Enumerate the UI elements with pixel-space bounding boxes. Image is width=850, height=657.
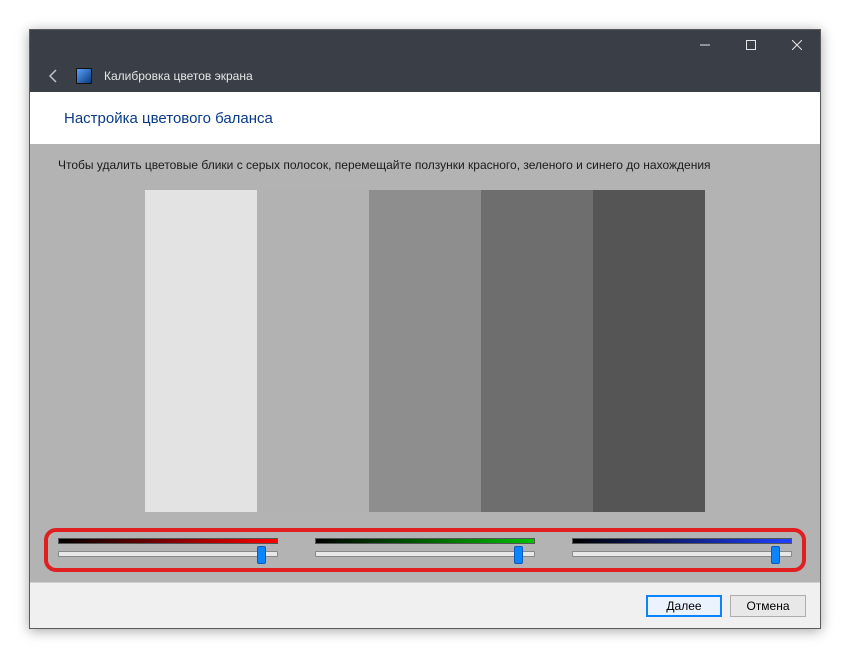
- minimize-button[interactable]: [682, 30, 728, 60]
- close-icon: [792, 40, 802, 50]
- gray-bar-4: [481, 190, 593, 512]
- sliders-highlight: [44, 528, 806, 572]
- maximize-icon: [746, 40, 756, 50]
- minimize-icon: [700, 40, 710, 50]
- gray-bar-1: [145, 190, 257, 512]
- gray-bar-2: [257, 190, 369, 512]
- footer: Далее Отмена: [30, 582, 820, 628]
- back-button[interactable]: [44, 66, 64, 86]
- blue-slider[interactable]: [572, 536, 792, 564]
- green-slider[interactable]: [315, 536, 535, 564]
- green-thumb[interactable]: [514, 546, 523, 564]
- gray-bar-sample: [145, 190, 705, 512]
- cancel-button[interactable]: Отмена: [730, 595, 806, 617]
- red-track: [58, 551, 278, 557]
- green-track: [315, 551, 535, 557]
- header-strip: Настройка цветового баланса: [30, 92, 820, 144]
- blue-track: [572, 551, 792, 557]
- content-area: Чтобы удалить цветовые блики с серых пол…: [30, 144, 820, 582]
- navbar: Калибровка цветов экрана: [30, 60, 820, 92]
- page-title: Настройка цветового баланса: [64, 110, 273, 127]
- gray-bar-5: [593, 190, 705, 512]
- app-title: Калибровка цветов экрана: [104, 69, 253, 83]
- next-button[interactable]: Далее: [646, 595, 722, 617]
- calibration-window: Калибровка цветов экрана Настройка цвето…: [29, 29, 821, 629]
- back-arrow-icon: [46, 68, 62, 84]
- blue-thumb[interactable]: [771, 546, 780, 564]
- blue-gradient: [572, 538, 792, 544]
- titlebar: [30, 30, 820, 60]
- red-thumb[interactable]: [257, 546, 266, 564]
- gray-bar-3: [369, 190, 481, 512]
- red-gradient: [58, 538, 278, 544]
- instruction-text: Чтобы удалить цветовые блики с серых пол…: [58, 158, 792, 172]
- maximize-button[interactable]: [728, 30, 774, 60]
- green-gradient: [315, 538, 535, 544]
- app-icon: [76, 68, 92, 84]
- red-slider[interactable]: [58, 536, 278, 564]
- close-button[interactable]: [774, 30, 820, 60]
